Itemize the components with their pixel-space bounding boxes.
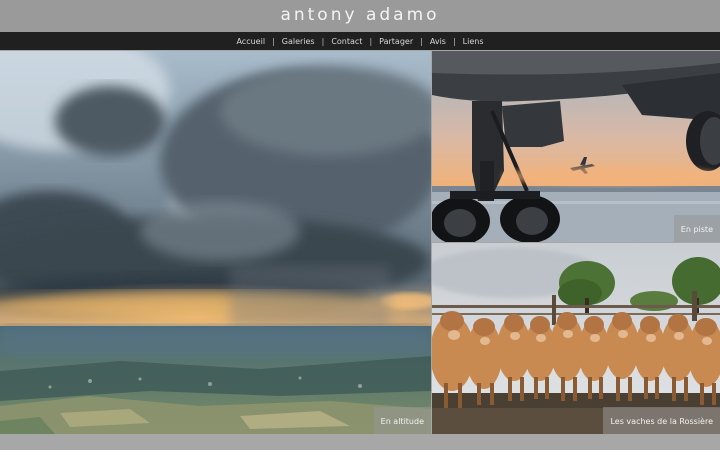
storm-clouds-photo [0, 51, 431, 434]
nav-item-avis[interactable]: Avis [430, 37, 446, 46]
nav-item-galeries[interactable]: Galeries [282, 37, 315, 46]
tile-label-vaches: Les vaches de la Rossière [603, 407, 720, 434]
nav-separator: | [321, 36, 325, 46]
nav-item-partager[interactable]: Partager [379, 37, 413, 46]
site-title[interactable]: antony adamo [280, 7, 439, 24]
nav-separator: | [452, 36, 456, 46]
page-footer-strip [0, 434, 720, 450]
gallery-tile-altitude[interactable]: En altitude [0, 51, 431, 434]
tile-label-piste: En piste [673, 215, 720, 242]
main-nav: Accueil | Galeries | Contact | Partager … [0, 32, 720, 50]
nav-item-accueil[interactable]: Accueil [236, 37, 265, 46]
landing-gear-photo [432, 51, 720, 242]
cows-herd-photo [432, 243, 720, 434]
nav-item-liens[interactable]: Liens [463, 37, 484, 46]
site-header: antony adamo [0, 0, 720, 32]
gallery-tile-vaches[interactable]: Les vaches de la Rossière [432, 243, 720, 434]
nav-separator: | [420, 36, 423, 46]
nav-separator: | [369, 36, 373, 46]
nav-separator: | [272, 36, 275, 46]
tile-label-altitude: En altitude [373, 407, 431, 434]
nav-item-contact[interactable]: Contact [331, 37, 362, 46]
gallery-tile-piste[interactable]: En piste [432, 51, 720, 242]
